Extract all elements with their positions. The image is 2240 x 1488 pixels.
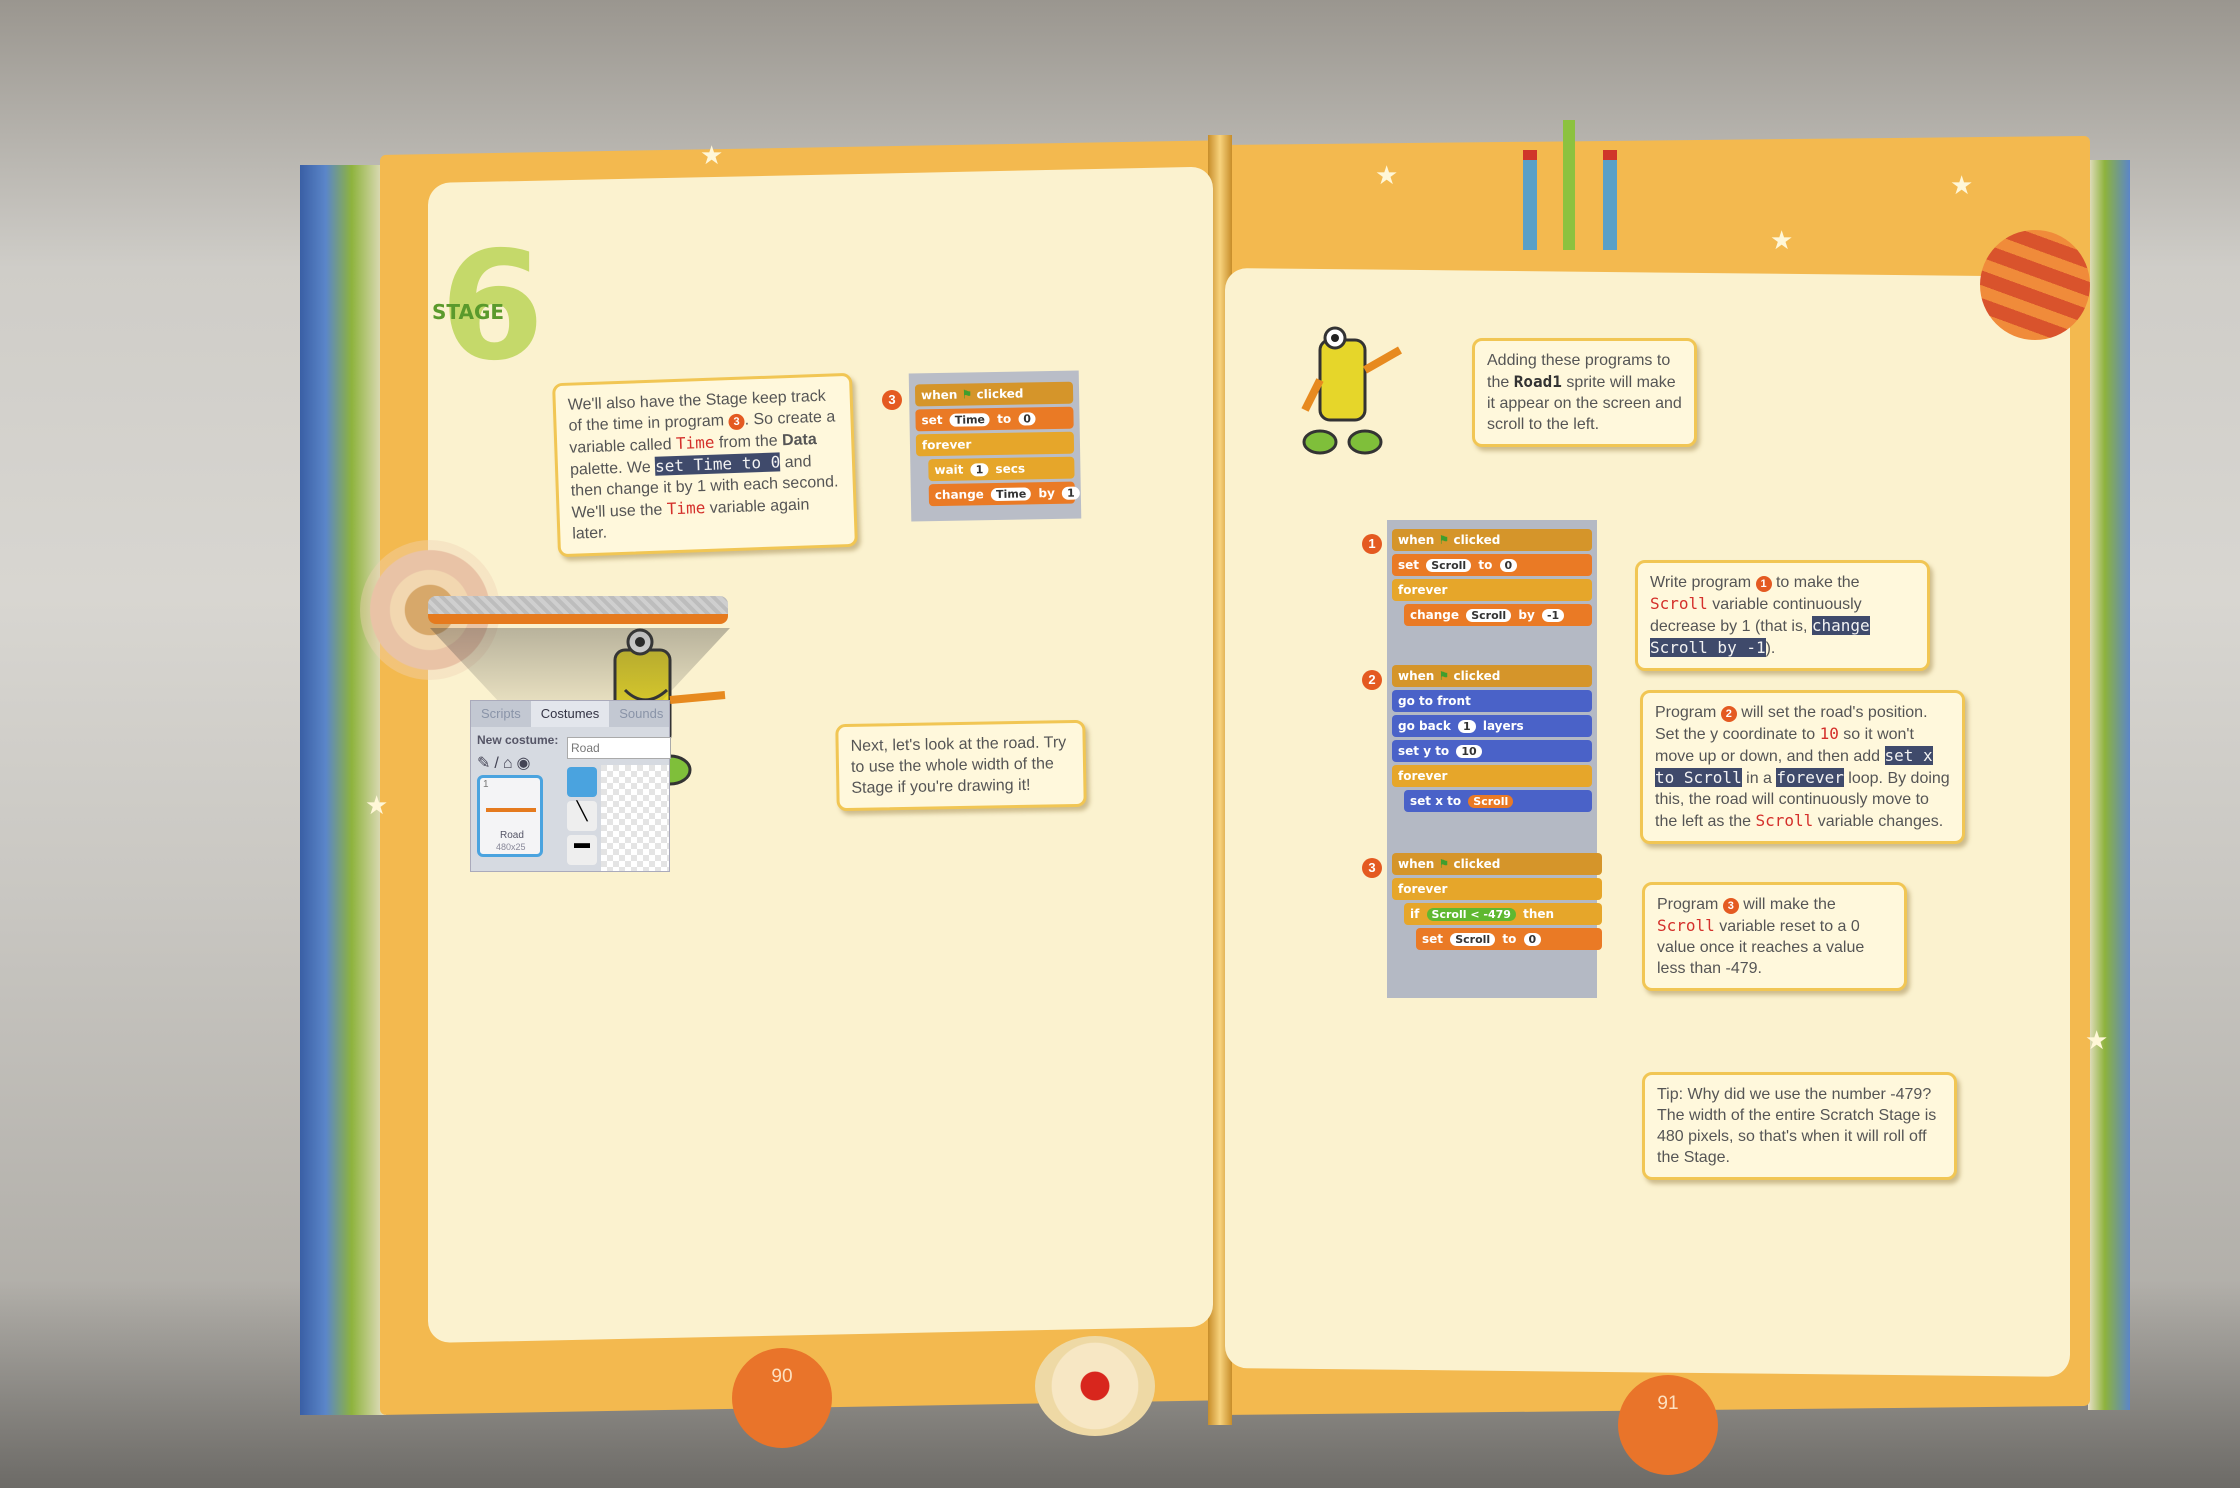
wait-block: wait 1 secs [928, 456, 1075, 482]
costume-label: Road [500, 830, 524, 841]
star-icon: ★ [1375, 160, 1399, 190]
go-to-front-block: go to front [1392, 690, 1592, 712]
var-time: Time [666, 498, 706, 519]
set-y-block: set y to 10 [1392, 740, 1592, 762]
brush-tool-icon[interactable] [567, 767, 597, 797]
paint-canvas[interactable] [601, 765, 669, 871]
stage-label: STAGE [432, 300, 505, 324]
forever-block: forever [1392, 579, 1592, 601]
change-block: change Scroll by -1 [1404, 604, 1592, 626]
note-text: Program [1655, 704, 1717, 721]
note-text: to make the [1775, 574, 1860, 591]
code-highlight: set Time to 0 [654, 452, 781, 476]
page-number-right: 91 [1618, 1375, 1718, 1475]
program-badge: 2 [1720, 706, 1737, 722]
program3-badge-right: 3 [1362, 858, 1382, 878]
tab-costumes[interactable]: Costumes [530, 701, 610, 727]
line-tool-icon[interactable]: ╲ [567, 801, 597, 831]
costume-size: 480x25 [496, 842, 526, 852]
sun-decoration [1035, 1336, 1155, 1436]
program3-scripts-left: when ⚑ clicked set Time to 0 forever wai… [908, 370, 1082, 522]
rect-tool-icon[interactable]: ▬ [567, 835, 597, 865]
program-badge: 3 [728, 413, 745, 431]
forever-block: forever [915, 431, 1075, 457]
var-time: Time [675, 432, 715, 453]
costume-editor: Scripts Costumes Sounds New costume: Roa… [470, 700, 673, 872]
set-block: set Scroll to 0 [1392, 554, 1592, 576]
page-number-left: 90 [732, 1348, 832, 1448]
tab-scripts[interactable]: Scripts [471, 701, 531, 727]
rocket-decoration [1515, 120, 1625, 250]
forever-block: forever [1392, 765, 1592, 787]
when-flag-block: when ⚑ clicked [1392, 665, 1592, 687]
forever-block: forever [1392, 878, 1602, 900]
program-badge: 1 [1755, 576, 1772, 592]
note-program1: Write program 1 to make the Scroll varia… [1635, 560, 1930, 671]
costume-index: 1 [483, 779, 489, 790]
note-text: variable changes. [1817, 813, 1944, 830]
star-icon: ★ [1770, 225, 1794, 255]
intro-note-right: Adding these programs to the Road1 sprit… [1472, 338, 1697, 447]
note-text: in a [1746, 770, 1772, 787]
program3-scripts-right: when ⚑ clicked forever if Scroll < -479 … [1392, 850, 1602, 953]
note-text: ). [1765, 640, 1776, 657]
program2-scripts: when ⚑ clicked go to front go back 1 lay… [1392, 662, 1592, 815]
go-back-block: go back 1 layers [1392, 715, 1592, 737]
note-program3: Program 3 will make the Scroll variable … [1642, 882, 1907, 991]
data-word: Data [781, 431, 818, 450]
var-scroll: Scroll [1755, 811, 1814, 830]
number-10: 10 [1819, 724, 1839, 743]
paint-tools-icons[interactable]: ✎/⌂◉ [477, 753, 534, 773]
road-sprite [428, 596, 728, 624]
program2-badge: 2 [1362, 670, 1382, 690]
when-flag-block: when ⚑ clicked [914, 381, 1074, 407]
program1-scripts: when ⚑ clicked set Scroll to 0 forever c… [1392, 526, 1592, 629]
set-block: set Scroll to 0 [1416, 928, 1602, 950]
program-badge: 3 [1722, 898, 1739, 914]
when-flag-block: when ⚑ clicked [1392, 853, 1602, 875]
set-block: set Time to 0 [915, 406, 1074, 432]
program3-badge-left: 3 [882, 390, 902, 410]
var-scroll: Scroll [1650, 594, 1708, 613]
star-icon: ★ [1950, 170, 1974, 200]
tab-sounds[interactable]: Sounds [609, 701, 673, 727]
note-program2: Program 2 will set the road's position. … [1640, 690, 1965, 844]
program1-badge: 1 [1362, 534, 1382, 554]
star-icon: ★ [700, 140, 724, 170]
if-block: if Scroll < -479 then [1404, 903, 1602, 925]
book-edge-right [2088, 160, 2130, 1410]
sprite-name: Road1 [1513, 372, 1562, 391]
note-text: Write program [1650, 574, 1752, 591]
new-costume-label: New costume: [477, 733, 559, 747]
note-text: Program [1657, 896, 1719, 913]
costume-name-field[interactable]: Road [567, 737, 671, 759]
var-scroll: Scroll [1657, 916, 1715, 935]
tip-note: Tip: Why did we use the number -479? The… [1642, 1072, 1957, 1180]
road-preview [486, 808, 536, 812]
note-text: will make the [1743, 896, 1836, 913]
note-text: from the [718, 432, 778, 452]
road-note: Next, let's look at the road. Try to use… [835, 719, 1087, 812]
planet-right [1980, 230, 2090, 340]
star-icon: ★ [365, 790, 389, 820]
change-block: change Time by 1 [928, 481, 1080, 507]
costume-thumbnail[interactable]: 1 Road 480x25 [477, 775, 543, 857]
intro-note-left: We'll also have the Stage keep track of … [552, 372, 858, 558]
when-flag-block: when ⚑ clicked [1392, 529, 1592, 551]
code-highlight: forever [1776, 768, 1844, 787]
mascot-waving [1301, 326, 1402, 455]
note-text: palette. We [569, 458, 651, 479]
set-x-block: set x to Scroll [1404, 790, 1592, 812]
star-icon: ★ [2085, 1025, 2109, 1055]
